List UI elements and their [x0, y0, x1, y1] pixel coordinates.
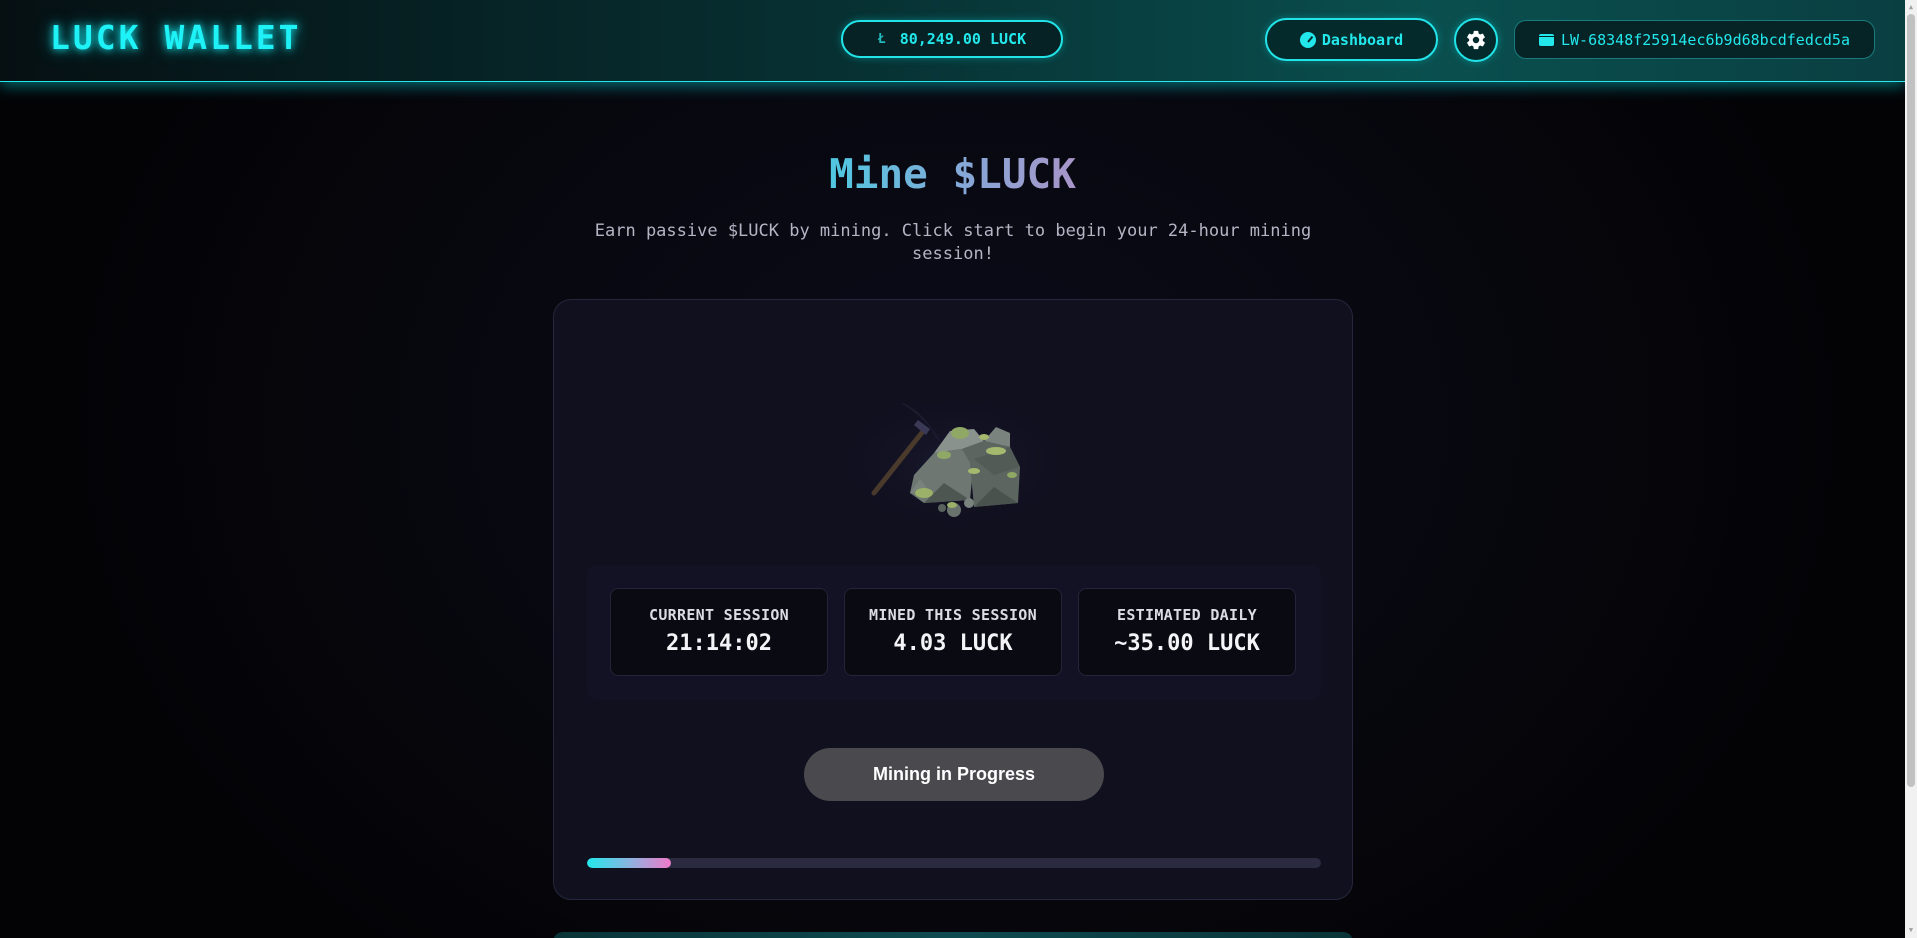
gear-icon — [1467, 30, 1485, 50]
pickaxe-rock-icon — [834, 385, 1074, 525]
dashboard-button[interactable]: Dashboard — [1265, 18, 1438, 61]
stats-panel: CURRENT SESSION 21:14:02 MINED THIS SESS… — [587, 565, 1321, 700]
page-title: Mine $LUCK — [829, 150, 1076, 198]
page-subtitle: Earn passive $LUCK by mining. Click star… — [594, 221, 1312, 264]
dashboard-label: Dashboard — [1321, 30, 1404, 49]
top-navbar: LUCK WALLET Ł 80,249.00 LUCK Dashboard L… — [0, 0, 1905, 82]
stat-value: 21:14:02 — [666, 631, 772, 656]
stat-label: ESTIMATED DAILY — [1117, 606, 1257, 624]
stat-value: ~35.00 LUCK — [1114, 631, 1260, 656]
settings-button[interactable] — [1454, 18, 1498, 62]
mining-card: CURRENT SESSION 21:14:02 MINED THIS SESS… — [553, 299, 1353, 900]
balance-value: 80,249.00 LUCK — [899, 30, 1027, 48]
luck-coin-icon: Ł — [877, 31, 886, 47]
stat-label: MINED THIS SESSION — [869, 606, 1037, 624]
balance-pill[interactable]: Ł 80,249.00 LUCK — [841, 20, 1063, 58]
scroll-up-icon[interactable]: ▲ — [1907, 3, 1915, 11]
progress-fill — [587, 858, 672, 868]
next-section-card — [553, 932, 1353, 938]
scroll-down-icon[interactable]: ▼ — [1907, 926, 1915, 934]
stat-value: 4.03 LUCK — [893, 631, 1013, 656]
scrollbar-thumb[interactable] — [1907, 14, 1915, 787]
gauge-icon — [1299, 31, 1316, 48]
mining-status-button[interactable]: Mining in Progress — [804, 748, 1104, 801]
stat-current-session: CURRENT SESSION 21:14:02 — [610, 588, 828, 676]
app-logo[interactable]: LUCK WALLET — [50, 18, 302, 57]
page-scrollbar[interactable]: ▲ ▼ — [1905, 0, 1917, 938]
stat-estimated-daily: ESTIMATED DAILY ~35.00 LUCK — [1078, 588, 1296, 676]
mining-progress-bar — [587, 858, 1321, 868]
stat-label: CURRENT SESSION — [649, 606, 789, 624]
wallet-address-pill[interactable]: LW-68348f25914ec6b9d68bcdfedcd5a — [1514, 20, 1875, 59]
wallet-address: LW-68348f25914ec6b9d68bcdfedcd5a — [1561, 30, 1850, 49]
stat-mined-session: MINED THIS SESSION 4.03 LUCK — [844, 588, 1062, 676]
wallet-icon — [1539, 33, 1554, 46]
